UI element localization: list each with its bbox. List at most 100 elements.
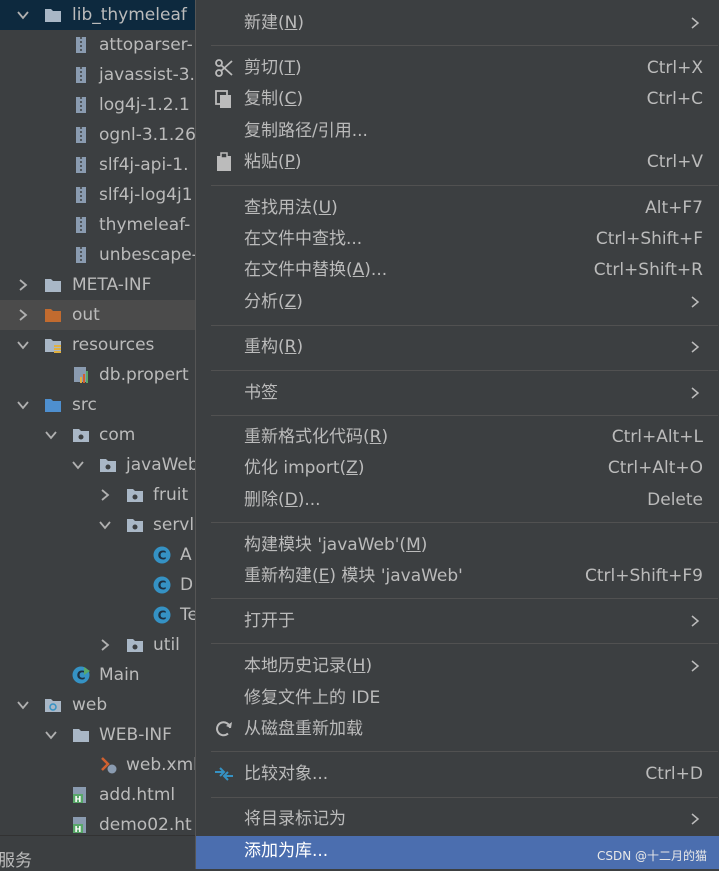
tree-item-label: src [72,395,97,415]
chevron-down-icon[interactable] [71,458,85,472]
tree-item-label: ognl-3.1.26 [99,125,195,145]
shortcut-label: Ctrl+Shift+F [595,229,703,249]
menu-item-copy-path[interactable]: 复制路径/引用... [196,116,719,147]
menu-separator [211,325,718,326]
menu-item-copy[interactable]: 复制(C) Ctrl+C [196,84,719,115]
tree-item-resources[interactable]: resources [0,330,195,360]
tree-item-web[interactable]: web [0,690,195,720]
class-icon: C [153,576,171,594]
tree-item-label: WEB-INF [99,725,172,745]
html-file-icon: H [73,817,86,834]
services-tab-label[interactable]: 服务 [0,846,32,871]
tree-item-com[interactable]: com [0,420,195,450]
tree-item-src[interactable]: src [0,390,195,420]
tree-item-servlet[interactable]: servle [0,510,195,540]
copy-icon [215,90,231,108]
svg-text:C: C [158,549,167,563]
chevron-right-icon[interactable] [16,278,30,292]
jar-icon [76,67,86,83]
shortcut-label: Ctrl+Shift+F9 [585,566,703,586]
tree-item-label: fruit [153,485,189,505]
menu-separator [211,370,718,371]
tree-item-jar[interactable]: javassist-3. [0,60,195,90]
tree-item-meta-inf[interactable]: META-INF [0,270,195,300]
tree-item-label: slf4j-log4j1 [99,185,193,205]
tree-item-class[interactable]: C Te [0,600,195,630]
submenu-arrow-icon [691,660,700,672]
menu-item-compare-with[interactable]: 比较对象... Ctrl+D [196,759,719,790]
tree-item-lib-thymeleaf[interactable]: lib_thymeleaf [0,0,195,30]
menu-item-optimize-imports[interactable]: 优化 import(Z) Ctrl+Alt+O [196,453,719,484]
menu-item-repair-ide[interactable]: 修复文件上的 IDE [196,683,719,714]
tree-item-jar[interactable]: attoparser- [0,30,195,60]
folder-icon [45,279,61,292]
menu-separator [211,598,718,599]
menu-item-find-usages[interactable]: 查找用法(U) Alt+F7 [196,193,719,224]
tree-item-main[interactable]: C Main [0,660,195,690]
tree-item-properties[interactable]: db.propert [0,360,195,390]
menu-item-local-history[interactable]: 本地历史记录(H) [196,651,719,682]
tree-item-label: Te [180,605,195,625]
menu-separator [211,185,718,186]
tree-item-web-inf[interactable]: WEB-INF [0,720,195,750]
class-icon: C [153,606,171,624]
tree-item-class[interactable]: C D [0,570,195,600]
menu-item-new[interactable]: 新建(N) [196,8,719,39]
package-icon [127,489,143,502]
chevron-down-icon[interactable] [44,428,58,442]
tree-item-util[interactable]: util [0,630,195,660]
menu-item-analyze[interactable]: 分析(Z) [196,287,719,318]
tree-item-jar[interactable]: slf4j-log4j1 [0,180,195,210]
tree-item-label: D [180,575,194,595]
tree-item-jar[interactable]: log4j-1.2.1 [0,90,195,120]
menu-item-bookmarks[interactable]: 书签 [196,378,719,409]
tree-item-jar[interactable]: thymeleaf- [0,210,195,240]
menu-item-find-in-files[interactable]: 在文件中查找... Ctrl+Shift+F [196,224,719,255]
tree-item-label: web [72,695,108,715]
xml-file-icon [101,757,117,774]
context-menu: 新建(N) 剪切(T) Ctrl+X 复制(C) Ctrl+C 复制路径/引用.… [195,0,719,869]
menu-item-replace-in-files[interactable]: 在文件中替换(A)... Ctrl+Shift+R [196,255,719,286]
menu-separator [211,643,718,644]
jar-icon [76,157,86,173]
chevron-down-icon[interactable] [16,8,30,22]
menu-item-build-module[interactable]: 构建模块 'javaWeb'(M) [196,530,719,561]
tree-item-html[interactable]: H add.html [0,780,195,810]
tree-item-jar[interactable]: ognl-3.1.26 [0,120,195,150]
tree-item-html[interactable]: H demo02.ht [0,810,195,835]
tree-item-jar[interactable]: slf4j-api-1. [0,150,195,180]
shortcut-label: Ctrl+Alt+O [607,458,703,478]
package-icon [127,519,143,532]
chevron-down-icon[interactable] [16,698,30,712]
menu-item-cut[interactable]: 剪切(T) Ctrl+X [196,53,719,84]
menu-item-refactor[interactable]: 重构(R) [196,332,719,363]
chevron-down-icon[interactable] [16,338,30,352]
submenu-arrow-icon [691,296,700,308]
menu-item-reformat-code[interactable]: 重新格式化代码(R) Ctrl+Alt+L [196,422,719,453]
chevron-down-icon[interactable] [16,398,30,412]
tree-item-out[interactable]: out [0,300,195,330]
menu-item-paste[interactable]: 粘贴(P) Ctrl+V [196,147,719,178]
source-folder-icon [45,399,61,412]
chevron-right-icon[interactable] [16,308,30,322]
tree-item-class[interactable]: C A [0,540,195,570]
menu-item-reload-from-disk[interactable]: 从磁盘重新加载 [196,714,719,745]
tree-item-label: javassist-3. [99,65,195,85]
menu-item-mark-directory-as[interactable]: 将目录标记为 [196,804,719,835]
chevron-down-icon[interactable] [98,518,112,532]
tree-item-fruit[interactable]: fruit [0,480,195,510]
chevron-right-icon[interactable] [98,488,112,502]
html-file-icon: H [73,787,86,804]
menu-item-open-in[interactable]: 打开于 [196,606,719,637]
menu-item-rebuild-module[interactable]: 重新构建(E) 模块 'javaWeb' Ctrl+Shift+F9 [196,561,719,592]
tree-item-web-xml[interactable]: web.xml [0,750,195,780]
shortcut-label: Alt+F7 [645,198,703,218]
tree-item-javaweb[interactable]: javaWeb [0,450,195,480]
watermark-text: CSDN @十二月的猫 [596,849,707,863]
chevron-down-icon[interactable] [44,728,58,742]
chevron-right-icon[interactable] [98,638,112,652]
menu-item-delete[interactable]: 删除(D)... Delete [196,485,719,516]
shortcut-label: Ctrl+Alt+L [611,427,703,447]
tree-item-jar[interactable]: unbescape- [0,240,195,270]
svg-text:H: H [75,825,82,834]
